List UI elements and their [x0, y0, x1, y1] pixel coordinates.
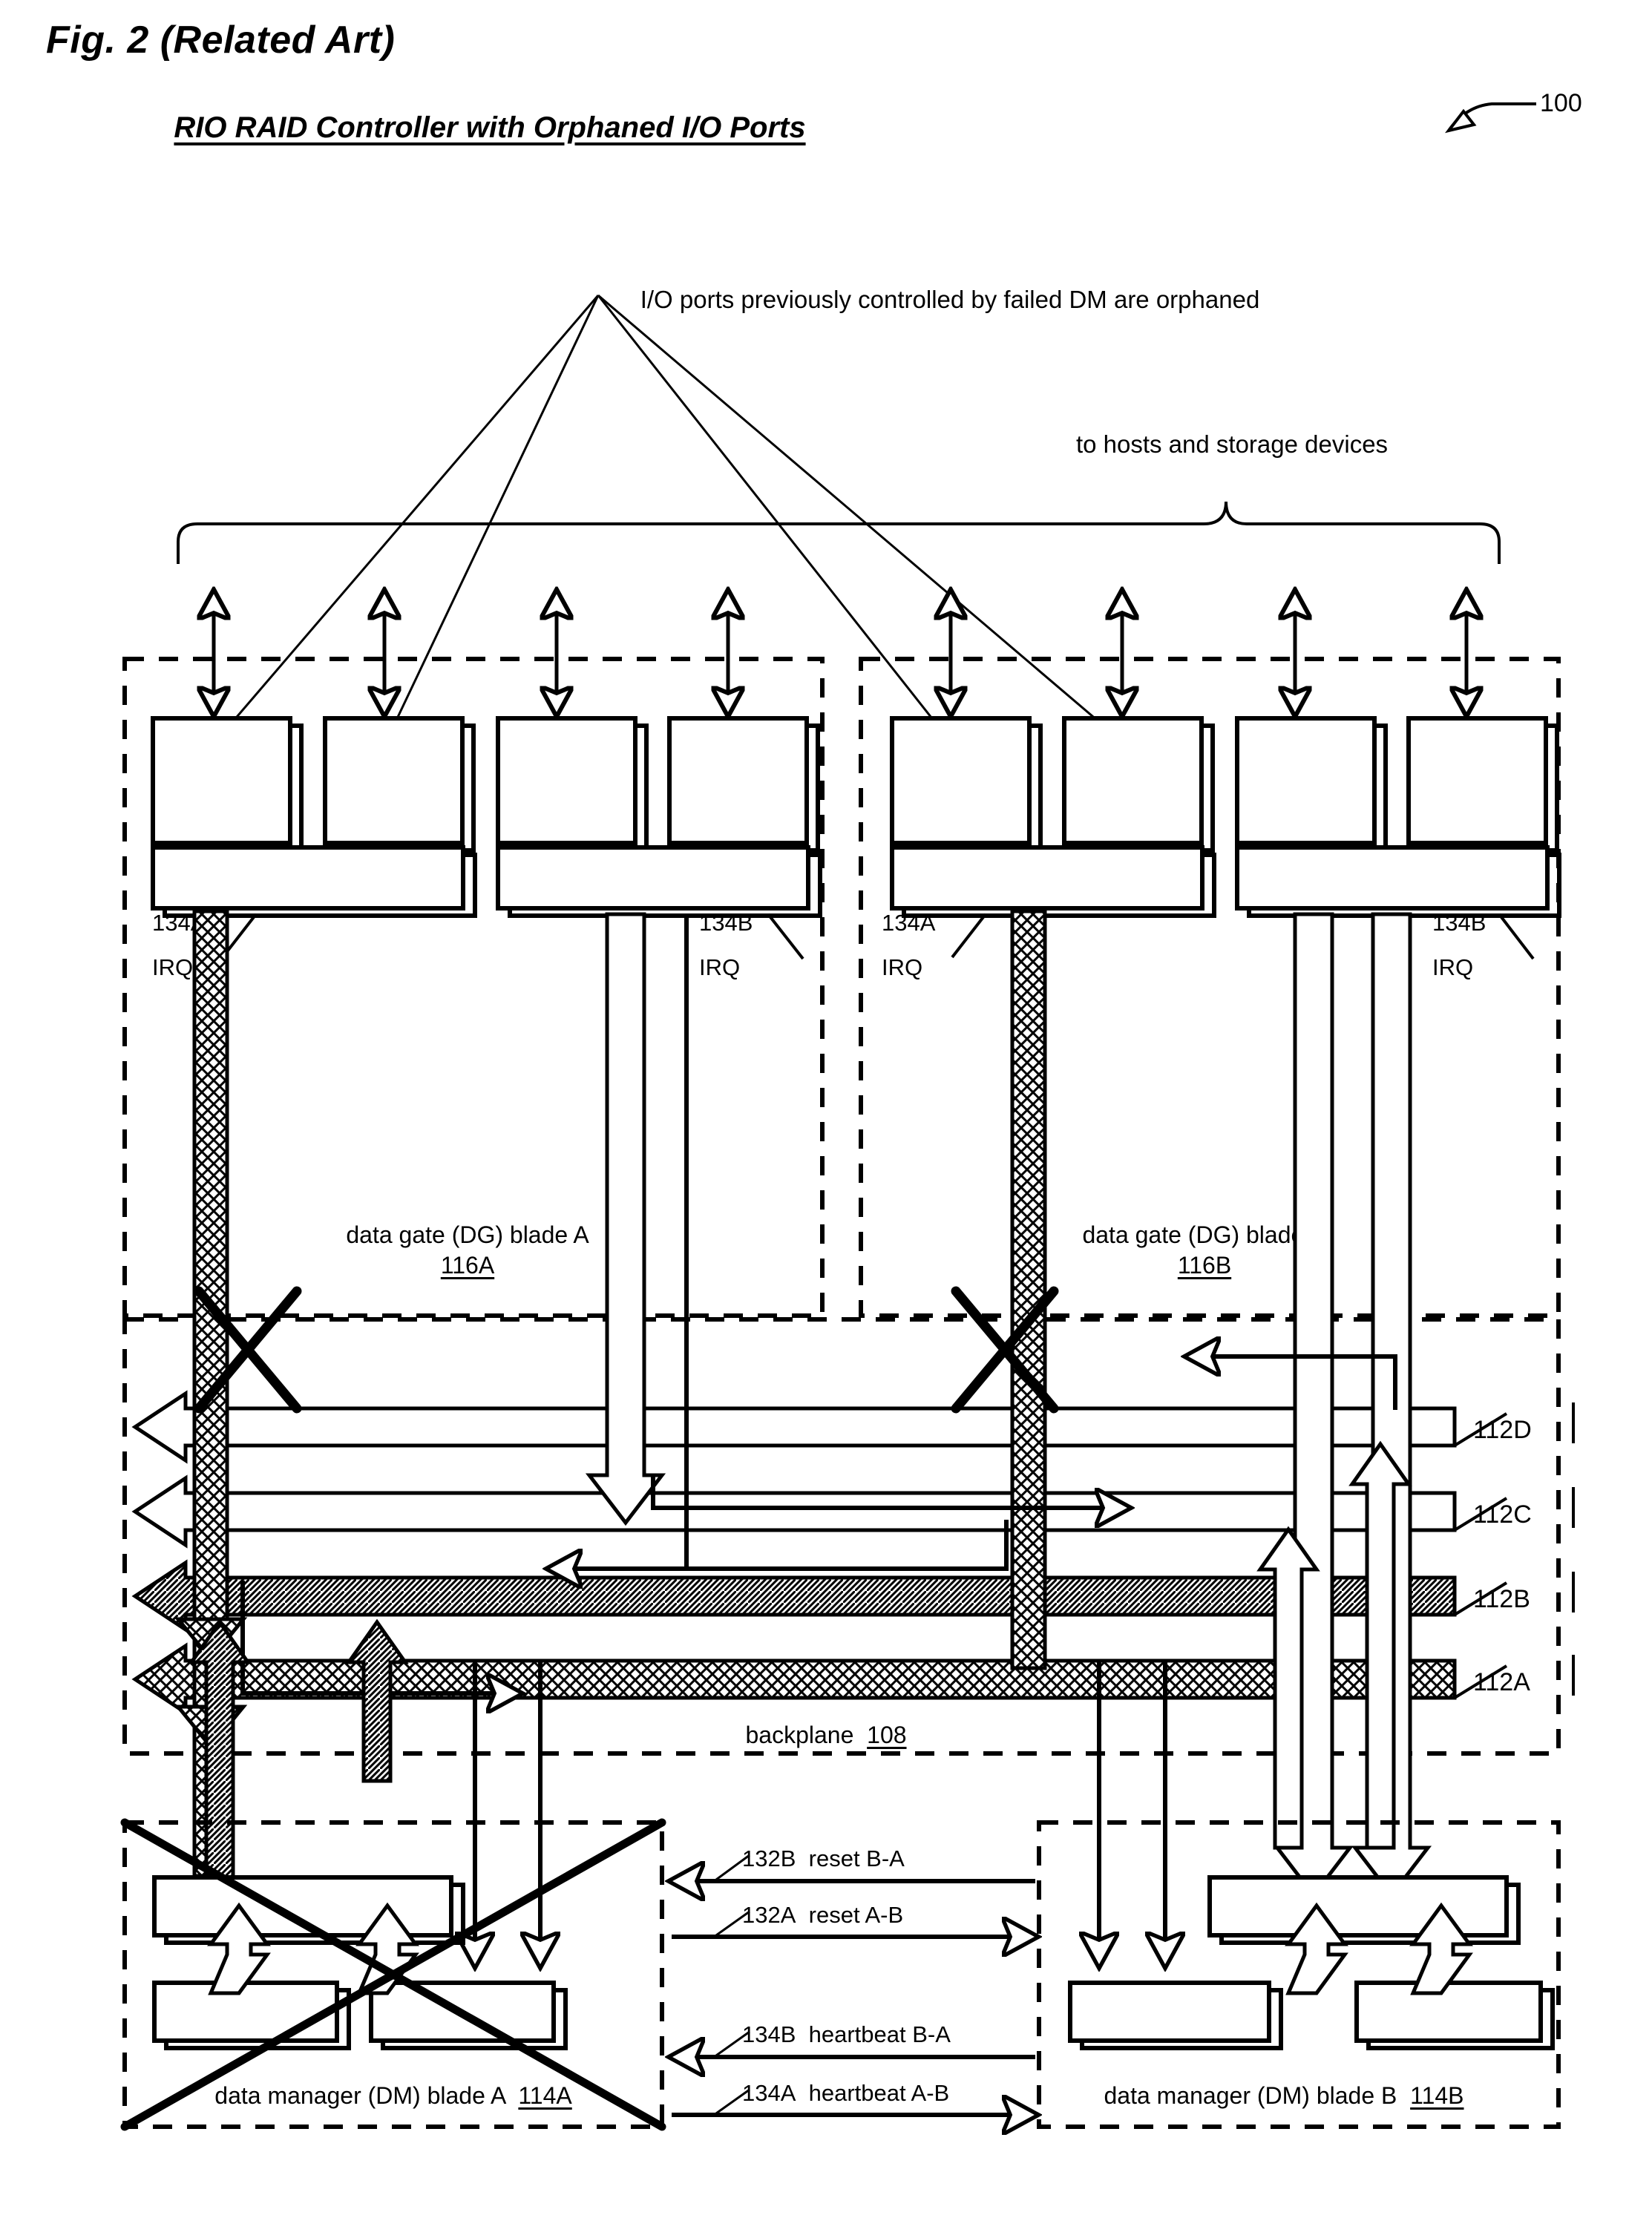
bus-112c [131, 1474, 1457, 1549]
irq-leaders [221, 913, 1535, 960]
signal-arrow-132a [672, 1910, 1035, 1937]
dm-b-cpu-box [1068, 1981, 1283, 2050]
dm-center-up-riser [345, 1618, 409, 1783]
bus-112b [131, 1559, 1457, 1633]
signal-arrow-134a [672, 2088, 1035, 2115]
io-controller-group-1 [151, 716, 477, 918]
bus-112a [131, 1642, 1457, 1716]
signal-arrow-134b [672, 2030, 1035, 2057]
dg-b-crosshatch-trunk [1010, 909, 1047, 1670]
host-io-arrows [214, 592, 1466, 714]
bus-112d-feed [1187, 1356, 1397, 1410]
dm-a-memctlr-box [152, 1875, 465, 1945]
io-controller-group-4 [1235, 716, 1561, 918]
figure-drawing [120, 102, 1575, 2218]
io-controller-group-3 [890, 716, 1216, 918]
dm-blade-a-failed-x [120, 1818, 666, 2131]
dm-b-memory-box [1354, 1981, 1555, 2050]
orphan-leader-lines [214, 294, 1124, 744]
bus-112d [131, 1390, 1457, 1464]
dm-b-control-lines [1099, 1662, 1165, 1965]
system-ref-leader [1444, 102, 1536, 134]
bus-ref-leaders [1453, 1402, 1575, 1699]
patent-figure: Fig. 2 (Related Art) RIO RAID Controller… [0, 0, 1652, 2218]
io-controller-group-2 [496, 716, 822, 918]
signal-arrow-132b [672, 1854, 1035, 1881]
dm-b-memctlr-box [1207, 1875, 1521, 1945]
